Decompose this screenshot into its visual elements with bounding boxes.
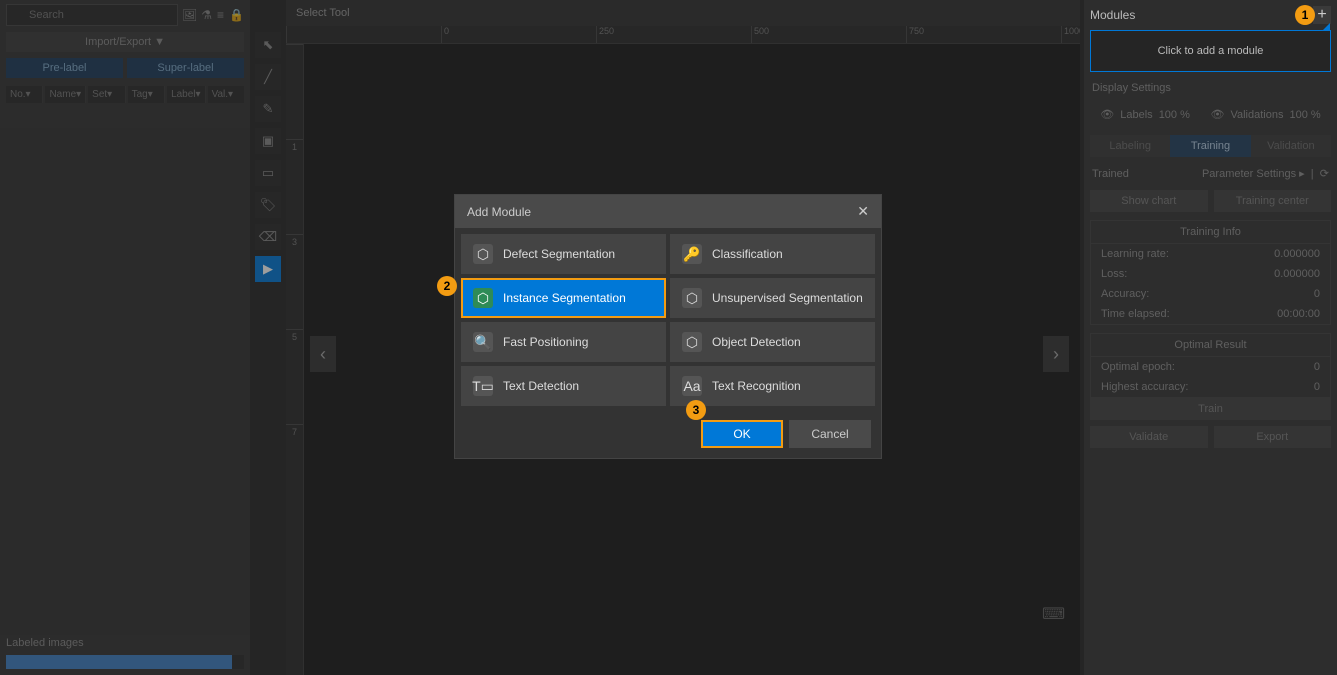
module-text-detection[interactable]: T▭Text Detection: [461, 366, 666, 406]
magnifier-icon: 🔍: [473, 332, 493, 352]
key-icon: 🔑: [682, 244, 702, 264]
module-unsupervised-segmentation[interactable]: ⬡Unsupervised Segmentation: [670, 278, 875, 318]
module-defect-segmentation[interactable]: ⬡Defect Segmentation: [461, 234, 666, 274]
module-fast-positioning[interactable]: 🔍Fast Positioning: [461, 322, 666, 362]
hexagon-icon: ⬡: [682, 288, 702, 308]
hexagon-icon: ⬡: [473, 288, 493, 308]
annotation-badge-2: 2: [437, 276, 457, 296]
add-module-dialog: Add Module ✕ ⬡Defect Segmentation 🔑Class…: [454, 194, 882, 459]
close-icon[interactable]: ✕: [857, 203, 869, 220]
module-text-recognition[interactable]: AaText Recognition: [670, 366, 875, 406]
text-icon: Aa: [682, 376, 702, 396]
annotation-badge-3: 3: [686, 400, 706, 420]
ok-button[interactable]: OK: [701, 420, 783, 448]
cancel-button[interactable]: Cancel: [789, 420, 871, 448]
module-classification[interactable]: 🔑Classification: [670, 234, 875, 274]
hexagon-icon: ⬡: [473, 244, 493, 264]
annotation-badge-1: 1: [1295, 5, 1315, 25]
module-instance-segmentation[interactable]: ⬡Instance Segmentation: [461, 278, 666, 318]
module-object-detection[interactable]: ⬡Object Detection: [670, 322, 875, 362]
hexagon-icon: ⬡: [682, 332, 702, 352]
modal-overlay: Add Module ✕ ⬡Defect Segmentation 🔑Class…: [0, 0, 1337, 675]
text-box-icon: T▭: [473, 376, 493, 396]
dialog-title: Add Module: [467, 205, 531, 219]
